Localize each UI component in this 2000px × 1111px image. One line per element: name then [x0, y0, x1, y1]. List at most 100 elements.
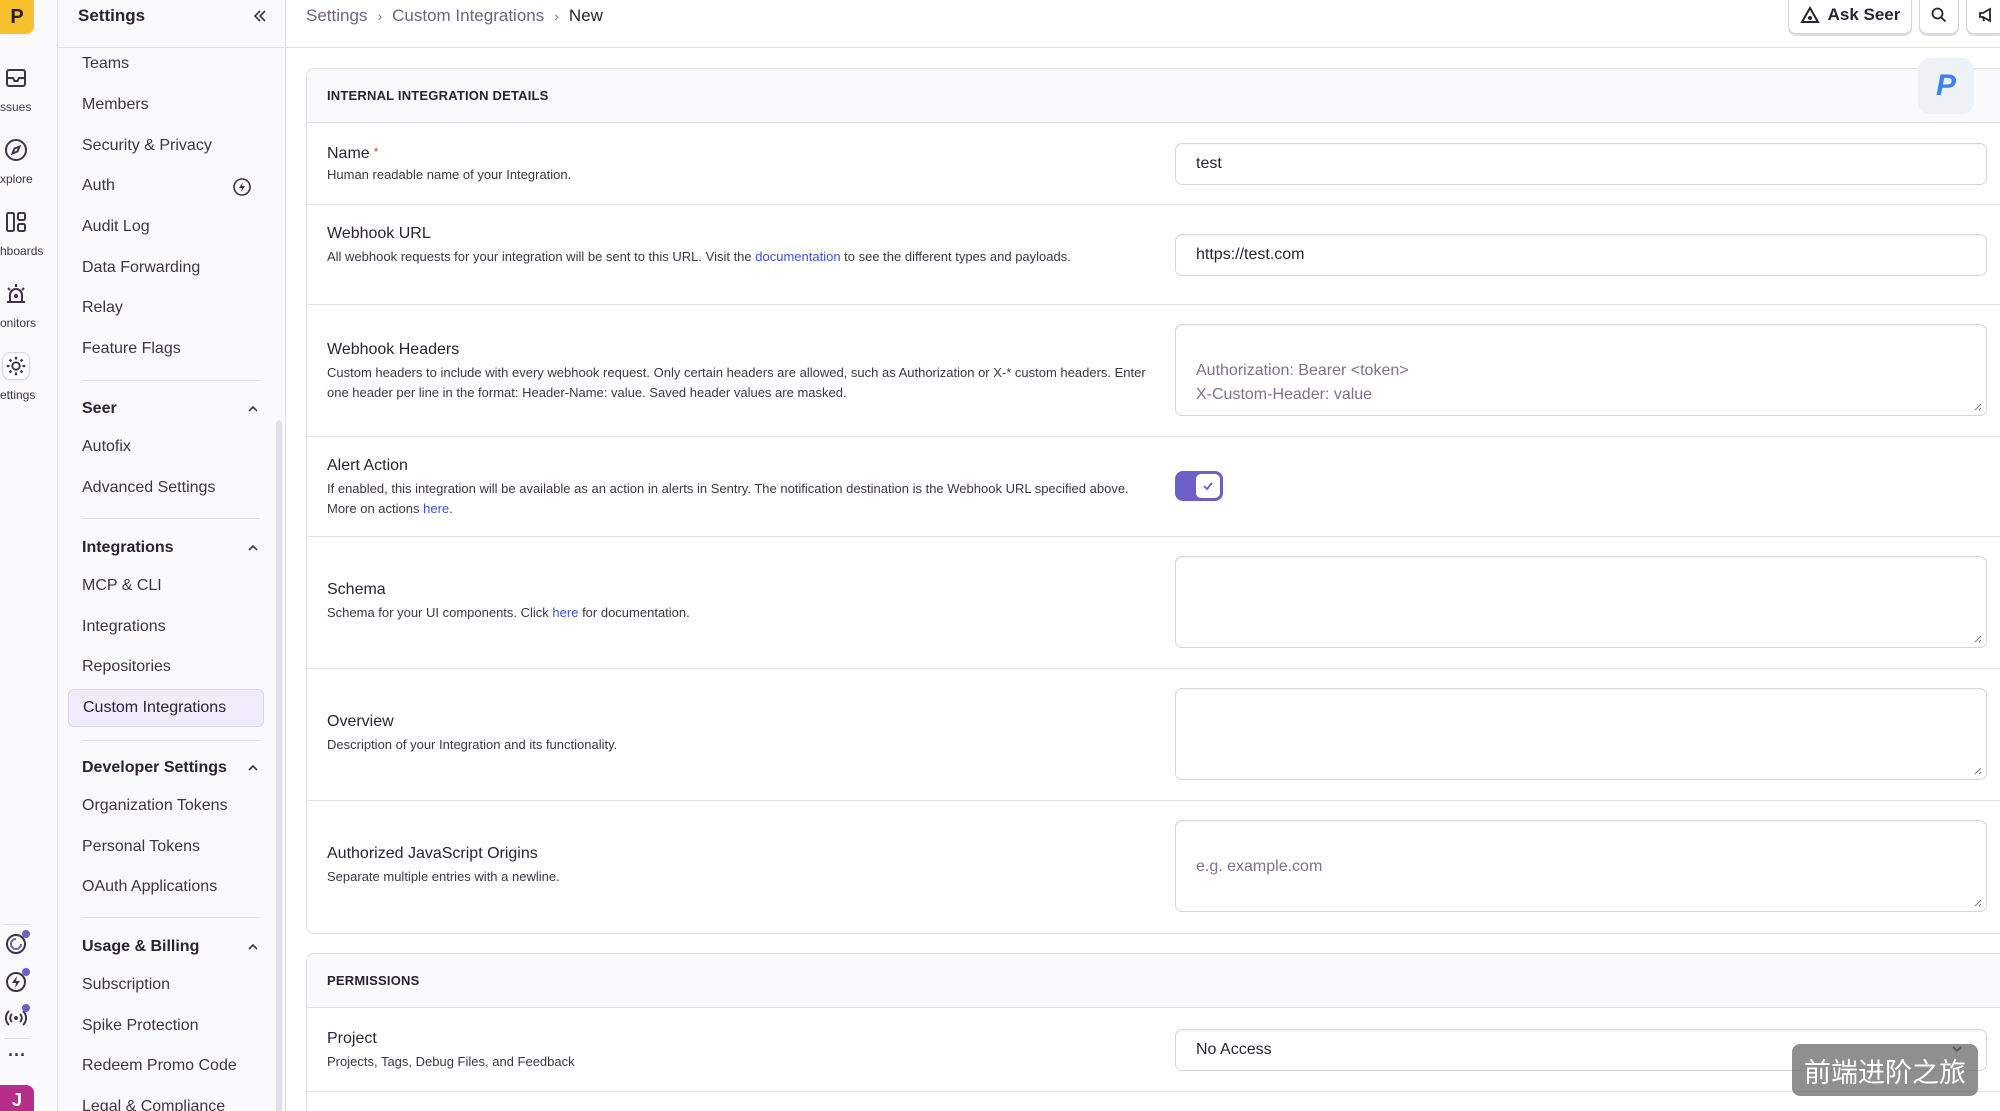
field-help-alert-action: If enabled, this integration will be ava… — [327, 479, 1157, 519]
sidebar-item-repositories[interactable]: Repositories — [68, 650, 264, 684]
nav-monitors-label: onitors — [0, 316, 37, 330]
watermark: 前端进阶之旅 — [1792, 1044, 1978, 1096]
field-label-webhook-headers: Webhook Headers — [327, 341, 460, 358]
sidebar-divider — [82, 518, 260, 519]
resize-handle-icon[interactable] — [1972, 765, 1982, 775]
webhook-url-input[interactable]: https://test.com — [1175, 234, 1987, 276]
search-icon — [1931, 7, 1947, 23]
settings-sidebar: Settings Teams Members Security & Privac… — [58, 0, 286, 1111]
field-help-name: Human readable name of your Integration. — [327, 167, 572, 182]
nav-explore[interactable]: xplore — [0, 136, 58, 202]
alert-action-toggle[interactable] — [1175, 471, 1223, 501]
ask-seer-button[interactable]: Ask Seer — [1788, 0, 1912, 34]
seer-help-button[interactable] — [0, 928, 34, 960]
section-title: Integrations — [82, 539, 174, 556]
whats-new-button[interactable] — [0, 966, 34, 998]
sidebar-item-security-privacy[interactable]: Security & Privacy — [68, 129, 264, 163]
broadcasts-button[interactable] — [0, 1002, 34, 1034]
sidebar-item-auth[interactable]: Auth — [68, 169, 264, 203]
sidebar-item-autofix[interactable]: Autofix — [68, 430, 264, 464]
chevron-right-icon: › — [554, 8, 559, 24]
chevron-up-icon — [248, 405, 258, 412]
sidebar-item-integrations[interactable]: Integrations — [68, 610, 264, 644]
schema-docs-link[interactable]: here — [552, 605, 578, 620]
chevron-up-icon — [248, 764, 258, 771]
sidebar-section-developer-settings[interactable]: Developer Settings — [68, 753, 264, 783]
sidebar-section-integrations[interactable]: Integrations — [68, 533, 264, 563]
sidebar-item-label: Auth — [82, 177, 115, 194]
sidebar-item-spike-protection[interactable]: Spike Protection — [68, 1009, 264, 1043]
sidebar-section-seer[interactable]: Seer — [68, 394, 264, 424]
sidebar-divider — [82, 740, 260, 741]
nav-settings[interactable]: ettings — [0, 352, 58, 418]
sidebar-item-oauth-applications[interactable]: OAuth Applications — [68, 870, 264, 904]
field-row-project-permission: Project Projects, Tags, Debug Files, and… — [307, 1008, 2000, 1092]
feedback-button[interactable] — [1966, 0, 2000, 34]
field-help-authorized-origins: Separate multiple entries with a newline… — [327, 869, 560, 884]
sidebar-item-relay[interactable]: Relay — [68, 291, 264, 325]
rail-divider — [4, 924, 30, 925]
nav-dashboards-label: hboards — [0, 244, 44, 258]
panel-title: INTERNAL INTEGRATION DETAILS — [307, 69, 2000, 123]
field-label-project: Project — [327, 1030, 377, 1047]
nav-monitors[interactable]: onitors — [0, 280, 58, 346]
breadcrumb-custom-integrations[interactable]: Custom Integrations — [392, 6, 544, 26]
nav-settings-label: ettings — [0, 388, 36, 402]
breadcrumb-settings[interactable]: Settings — [306, 6, 367, 26]
sidebar-item-teams[interactable]: Teams — [68, 47, 264, 81]
sidebar-item-custom-integrations[interactable]: Custom Integrations — [68, 689, 264, 727]
required-marker: * — [373, 145, 379, 159]
sidebar-item-advanced-settings[interactable]: Advanced Settings — [68, 471, 264, 505]
name-input[interactable]: test — [1175, 143, 1987, 185]
resize-handle-icon[interactable] — [1972, 401, 1982, 411]
primary-nav-rail: P ssues xplore hboards onitors ettings ·… — [0, 0, 58, 1111]
megaphone-icon — [1979, 7, 1991, 23]
sidebar-section-usage-billing[interactable]: Usage & Billing — [68, 932, 264, 962]
sidebar-scrollbar[interactable] — [276, 420, 282, 1111]
top-bar: Settings › Custom Integrations › New Ask… — [286, 0, 2000, 48]
org-avatar[interactable]: P — [0, 0, 34, 34]
resize-handle-icon[interactable] — [1972, 897, 1982, 907]
actions-help-link[interactable]: here — [423, 501, 449, 516]
sidebar-item-feature-flags[interactable]: Feature Flags — [68, 332, 264, 366]
sidebar-item-data-forwarding[interactable]: Data Forwarding — [68, 251, 264, 285]
nav-issues-label: ssues — [0, 100, 32, 114]
more-icon[interactable]: ··· — [0, 1042, 34, 1074]
field-help-schema: Schema for your UI components. Click her… — [327, 603, 1157, 623]
nav-dashboards[interactable]: hboards — [0, 208, 58, 274]
dashboard-icon — [6, 212, 26, 232]
sidebar-item-mcp-cli[interactable]: MCP & CLI — [68, 569, 264, 603]
double-chevron-left-icon — [253, 10, 266, 22]
sidebar-item-audit-log[interactable]: Audit Log — [68, 210, 264, 244]
webhook-headers-textarea[interactable]: Authorization: Bearer <token> X-Custom-H… — [1175, 324, 1987, 416]
breadcrumb: Settings › Custom Integrations › New — [306, 6, 603, 26]
nav-issues[interactable]: ssues — [0, 64, 58, 130]
nav-explore-label: xplore — [0, 172, 33, 186]
label-text: Name — [327, 145, 370, 162]
select-value: No Access — [1196, 1041, 1272, 1058]
schema-textarea[interactable] — [1175, 556, 1987, 648]
sidebar-item-redeem-promo-code[interactable]: Redeem Promo Code — [68, 1049, 264, 1083]
field-row-alert-action: Alert Action If enabled, this integratio… — [307, 437, 2000, 537]
search-button[interactable] — [1919, 0, 1959, 34]
checkmark-icon — [1203, 482, 1213, 491]
authorized-origins-textarea[interactable]: e.g. example.com — [1175, 820, 1987, 912]
sidebar-item-legal-compliance[interactable]: Legal & Compliance — [68, 1090, 264, 1111]
compass-icon — [5, 139, 27, 161]
sidebar-item-members[interactable]: Members — [68, 88, 264, 122]
seer-logo-badge[interactable]: P — [1918, 58, 1974, 114]
sidebar-item-personal-tokens[interactable]: Personal Tokens — [68, 830, 264, 864]
overview-textarea[interactable] — [1175, 688, 1987, 780]
sidebar-item-organization-tokens[interactable]: Organization Tokens — [68, 789, 264, 823]
collapse-sidebar-button[interactable] — [248, 4, 272, 28]
sidebar-item-subscription[interactable]: Subscription — [68, 968, 264, 1002]
resize-handle-icon[interactable] — [1972, 633, 1982, 643]
field-row-authorized-origins: Authorized JavaScript Origins Separate m… — [307, 801, 2000, 933]
sidebar-title: Settings — [78, 6, 146, 25]
user-avatar[interactable]: J — [0, 1085, 34, 1111]
seer-eye-icon — [1799, 6, 1820, 23]
sidebar-divider — [82, 380, 260, 381]
field-label-overview: Overview — [327, 713, 394, 730]
help-text: for documentation. — [578, 605, 690, 620]
documentation-link[interactable]: documentation — [755, 249, 840, 264]
